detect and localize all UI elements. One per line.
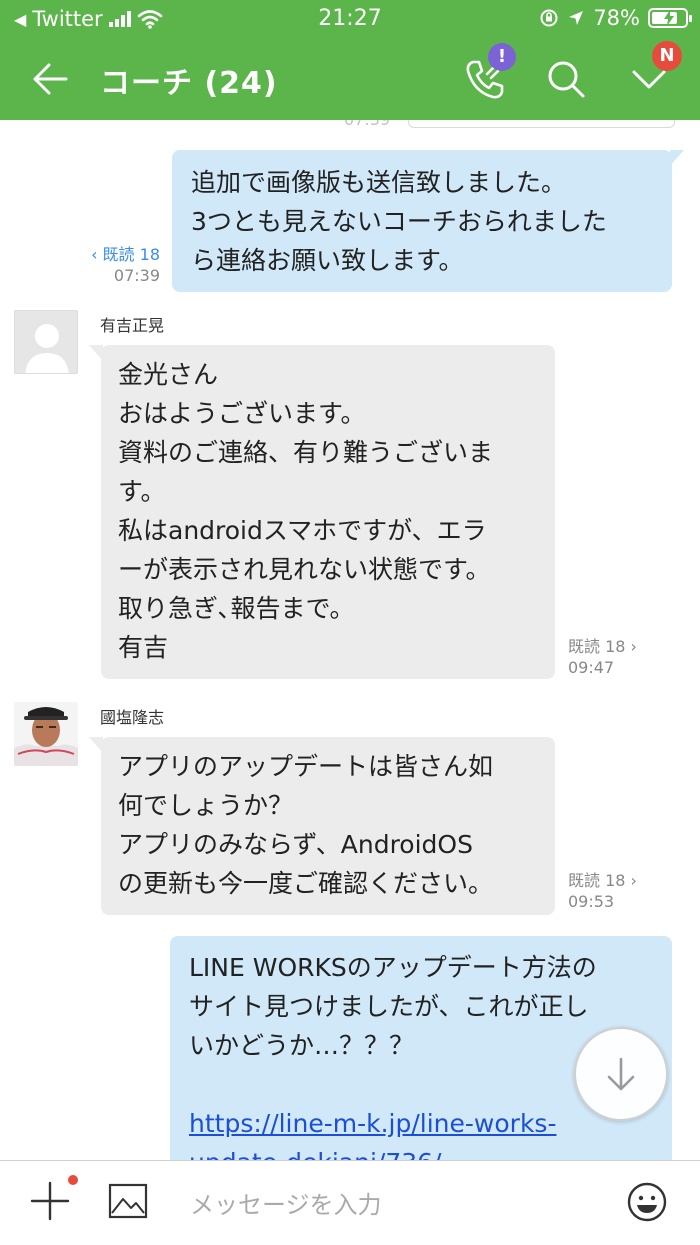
link-url[interactable]: update-dekiani/736/: [189, 1143, 656, 1160]
read-count[interactable]: 既読 18 ›: [568, 636, 637, 657]
outgoing-message-bubble[interactable]: 追加で画像版も送信致しました。 3つとも見えないコーチおられました ら連絡お願い…: [172, 150, 684, 292]
back-arrow-icon[interactable]: [28, 56, 74, 102]
message-composer: メッセージを入力: [0, 1160, 700, 1245]
read-count[interactable]: 既読 18 ›: [568, 870, 637, 891]
message-line: LINE WORKSのアップデート方法の: [189, 953, 597, 982]
message-line: 3つとも見えないコーチおられました: [191, 207, 607, 236]
battery-percent: 78%: [593, 6, 640, 30]
message-line: の更新も今一度ご確認ください。: [118, 869, 494, 898]
incoming-message-bubble[interactable]: アプリのアップデートは皆さん如 何でしょうか？ アプリのみならず、Android…: [89, 737, 555, 915]
previous-message-bubble[interactable]: [408, 120, 675, 128]
sender-name: 國塩隆志: [100, 708, 165, 727]
message-line: 資料のご連絡、有り難うございま: [118, 438, 494, 467]
message-meta: ‹ 既読 18 07:39: [70, 244, 160, 286]
arrow-down-icon: [607, 1057, 635, 1091]
message-line: 私はandroidスマホですが、エラ: [118, 516, 487, 545]
sender-name: 有吉正晃: [100, 316, 165, 335]
message-line: サイト見つけましたが、これが正し: [189, 992, 589, 1021]
message-input[interactable]: メッセージを入力: [190, 1185, 382, 1220]
read-count[interactable]: ‹ 既読 18: [70, 244, 160, 265]
plus-icon[interactable]: [30, 1181, 70, 1221]
default-avatar-icon[interactable]: [14, 310, 78, 374]
new-indicator-dot: [68, 1175, 78, 1185]
previous-message-time: 07:39: [344, 120, 390, 129]
message-line: アプリのアップデートは皆さん如: [118, 752, 494, 781]
rotation-lock-icon: [540, 9, 558, 27]
scroll-to-bottom-button[interactable]: [574, 1027, 668, 1121]
search-icon[interactable]: [543, 56, 589, 102]
message-line: ーが表示され見れない状態です。: [118, 555, 491, 584]
message-line: 有吉: [118, 633, 169, 662]
incoming-message-bubble[interactable]: 金光さん おはようございます。 資料のご連絡、有り難うございま す。 私はand…: [89, 345, 555, 679]
notification-badge: N: [652, 41, 682, 71]
message-line: 何でしょうか？: [118, 791, 294, 820]
message-time: 09:47: [568, 658, 615, 677]
emoji-icon[interactable]: [626, 1181, 668, 1223]
message-line: アプリのみならず、AndroidOS: [118, 830, 473, 859]
user-photo-avatar[interactable]: [14, 702, 78, 766]
message-line: おはようございます。: [118, 399, 366, 428]
status-bar: ◀ Twitter 21:27 78%: [0, 0, 700, 38]
chat-header: コーチ (24) ! N: [0, 38, 700, 120]
location-icon: [569, 11, 584, 25]
message-line: 金光さん: [118, 360, 219, 389]
chat-title: コーチ (24): [100, 66, 278, 101]
message-line: 追加で画像版も送信致しました。: [191, 168, 567, 197]
message-time: 07:39: [113, 266, 160, 285]
message-list[interactable]: 07:39 追加で画像版も送信致しました。 3つとも見えないコーチおられました …: [0, 120, 700, 1160]
message-meta: 既読 18 › 09:47: [568, 636, 637, 678]
message-line: 取り急ぎ､報告まで。: [118, 594, 355, 623]
message-meta: 既読 18 › 09:53: [568, 870, 637, 912]
battery-icon: [648, 8, 692, 28]
message-line: す。: [118, 477, 166, 506]
message-line: ら連絡お願い致します。: [191, 246, 464, 275]
message-time: 09:53: [568, 892, 615, 911]
call-alert-badge: !: [488, 43, 516, 71]
status-right: 78%: [539, 6, 692, 30]
image-icon[interactable]: [108, 1183, 148, 1219]
